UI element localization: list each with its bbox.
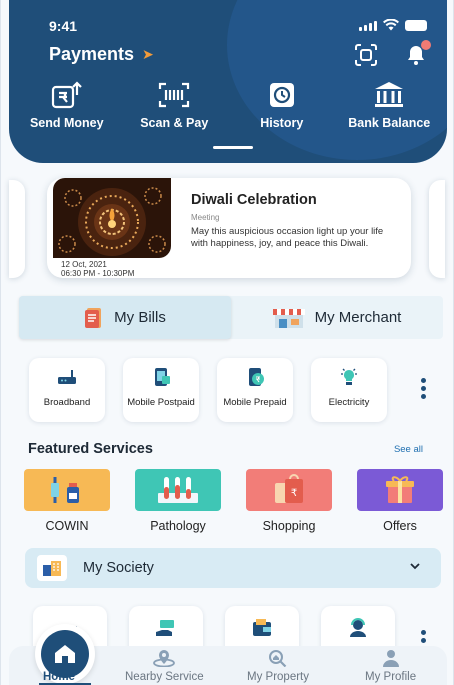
- offers-tile: [357, 469, 443, 511]
- event-description: May this auspicious occasion light up yo…: [191, 226, 384, 249]
- more-services-icon[interactable]: [421, 378, 427, 402]
- event-title: Diwali Celebration: [191, 192, 317, 208]
- nav-my-property-label: My Property: [247, 671, 309, 683]
- router-icon: [58, 370, 76, 384]
- featured-shopping[interactable]: ₹ Shopping: [246, 469, 332, 533]
- scan-pay-icon: [157, 80, 191, 110]
- featured-offers-label: Offers: [383, 519, 417, 533]
- gift-icon: [386, 476, 414, 503]
- featured-pathology[interactable]: Pathology: [135, 469, 221, 533]
- notification-badge: [421, 40, 431, 50]
- tab-my-merchant-label: My Merchant: [314, 309, 402, 326]
- event-card[interactable]: 12 Oct, 2021 06:30 PM - 10:30PM Diwali C…: [47, 178, 411, 278]
- tab-my-merchant[interactable]: My Merchant: [231, 296, 443, 339]
- nearby-service-icon: [153, 650, 176, 668]
- send-money-button[interactable]: Send Money: [17, 80, 117, 130]
- chevron-down-icon: [410, 563, 420, 570]
- svg-text:₹: ₹: [291, 488, 297, 499]
- event-date-time: 12 Oct, 2021 06:30 PM - 10:30PM: [61, 260, 134, 278]
- nav-my-profile-label: My Profile: [365, 671, 417, 683]
- featured-cowin-label: COWIN: [45, 519, 89, 533]
- scan-pay-label: Scan & Pay: [140, 116, 209, 130]
- bottom-navigation: Home Nearby Service My Property My Profi…: [9, 624, 447, 685]
- support-agent-icon: [350, 618, 366, 637]
- status-icons: [359, 19, 427, 31]
- tab-my-bills[interactable]: My Bills: [19, 296, 231, 339]
- signal-icon: [359, 20, 377, 31]
- featured-cowin[interactable]: COWIN: [24, 469, 110, 533]
- property-search-icon: [269, 650, 287, 668]
- payment-hand-icon: [156, 620, 174, 636]
- payments-header: 9:41 Payments ➤ Send Money Scan & Pay Hi…: [9, 0, 447, 163]
- nav-nearby-service-label: Nearby Service: [125, 671, 204, 683]
- vaccine-icon: [51, 477, 79, 503]
- service-mobile-postpaid-label: Mobile Postpaid: [127, 397, 195, 408]
- pathology-tile: [135, 469, 221, 511]
- send-money-label: Send Money: [29, 116, 104, 130]
- mobile-postpaid-icon: [155, 368, 170, 386]
- service-mobile-prepaid-label: Mobile Prepaid: [223, 397, 287, 408]
- bill-icon: [85, 307, 102, 328]
- service-mobile-postpaid[interactable]: Mobile Postpaid: [123, 358, 199, 422]
- service-electricity[interactable]: Electricity: [311, 358, 387, 422]
- test-tubes-icon: [158, 477, 198, 503]
- event-time: 06:30 PM - 10:30PM: [61, 269, 135, 278]
- bills-merchant-tabs: My Bills My Merchant: [19, 296, 443, 339]
- home-icon: [55, 645, 75, 663]
- status-bar: 9:41: [9, 0, 447, 40]
- cowin-tile: [24, 469, 110, 511]
- bulb-icon: [341, 368, 357, 385]
- service-electricity-label: Electricity: [328, 397, 370, 408]
- qr-scan-icon[interactable]: [355, 44, 377, 66]
- bill-services: Broadband Mobile Postpaid Mobile Prepaid: [29, 358, 387, 422]
- service-broadband-label: Broadband: [43, 397, 91, 408]
- my-society-dropdown[interactable]: My Society: [25, 548, 441, 588]
- bell-icon[interactable]: [405, 40, 431, 66]
- tab-my-bills-label: My Bills: [114, 309, 166, 326]
- nav-home-label: Home: [43, 671, 75, 683]
- shopping-tile: ₹: [246, 469, 332, 511]
- bank-balance-button[interactable]: Bank Balance: [339, 80, 439, 130]
- app-screen: 9:41 Payments ➤ Send Money Scan & Pay Hi…: [0, 0, 454, 685]
- scan-pay-button[interactable]: Scan & Pay: [124, 80, 224, 130]
- nav-my-profile[interactable]: My Profile: [365, 649, 416, 683]
- wallet-icon: [253, 619, 271, 636]
- quick-actions: Send Money Scan & Pay History Bank Balan…: [9, 80, 447, 130]
- diwali-image: [53, 178, 171, 258]
- drag-handle[interactable]: [213, 146, 253, 149]
- send-money-icon: [50, 80, 84, 110]
- bank-icon: [372, 80, 406, 110]
- featured-services-title: Featured Services: [28, 441, 153, 457]
- mobile-prepaid-icon: [249, 368, 264, 386]
- nav-nearby-service[interactable]: Nearby Service: [125, 649, 204, 683]
- store-icon: [272, 308, 305, 328]
- page-title-text: Payments: [49, 44, 135, 64]
- history-icon: [265, 80, 299, 110]
- building-icon: [37, 555, 67, 581]
- shopping-bag-icon: ₹: [275, 474, 303, 503]
- bank-balance-label: Bank Balance: [348, 116, 431, 130]
- my-society-label: My Society: [83, 560, 154, 576]
- history-button[interactable]: History: [232, 80, 332, 130]
- service-mobile-prepaid[interactable]: Mobile Prepaid: [217, 358, 293, 422]
- history-label: History: [260, 116, 304, 130]
- status-time: 9:41: [49, 18, 78, 34]
- featured-pathology-label: Pathology: [150, 519, 206, 533]
- page-title: Payments ➤: [49, 44, 154, 65]
- featured-shopping-label: Shopping: [262, 519, 316, 533]
- carousel-prev-card[interactable]: [9, 180, 25, 278]
- wifi-icon: [383, 19, 399, 31]
- service-broadband[interactable]: Broadband: [29, 358, 105, 422]
- featured-offers[interactable]: Offers: [357, 469, 443, 533]
- event-date: 12 Oct, 2021: [61, 260, 107, 269]
- carousel-next-card[interactable]: [429, 180, 445, 278]
- battery-icon: [405, 19, 427, 31]
- see-all-link[interactable]: See all: [394, 444, 423, 455]
- featured-services: COWIN Pathology ₹ Shopping Offers: [24, 469, 443, 533]
- pencil-icon[interactable]: ➤: [142, 46, 154, 63]
- profile-icon: [382, 650, 399, 667]
- event-type: Meeting: [191, 213, 220, 222]
- header-icons: [355, 40, 431, 66]
- nav-my-property[interactable]: My Property: [247, 649, 309, 683]
